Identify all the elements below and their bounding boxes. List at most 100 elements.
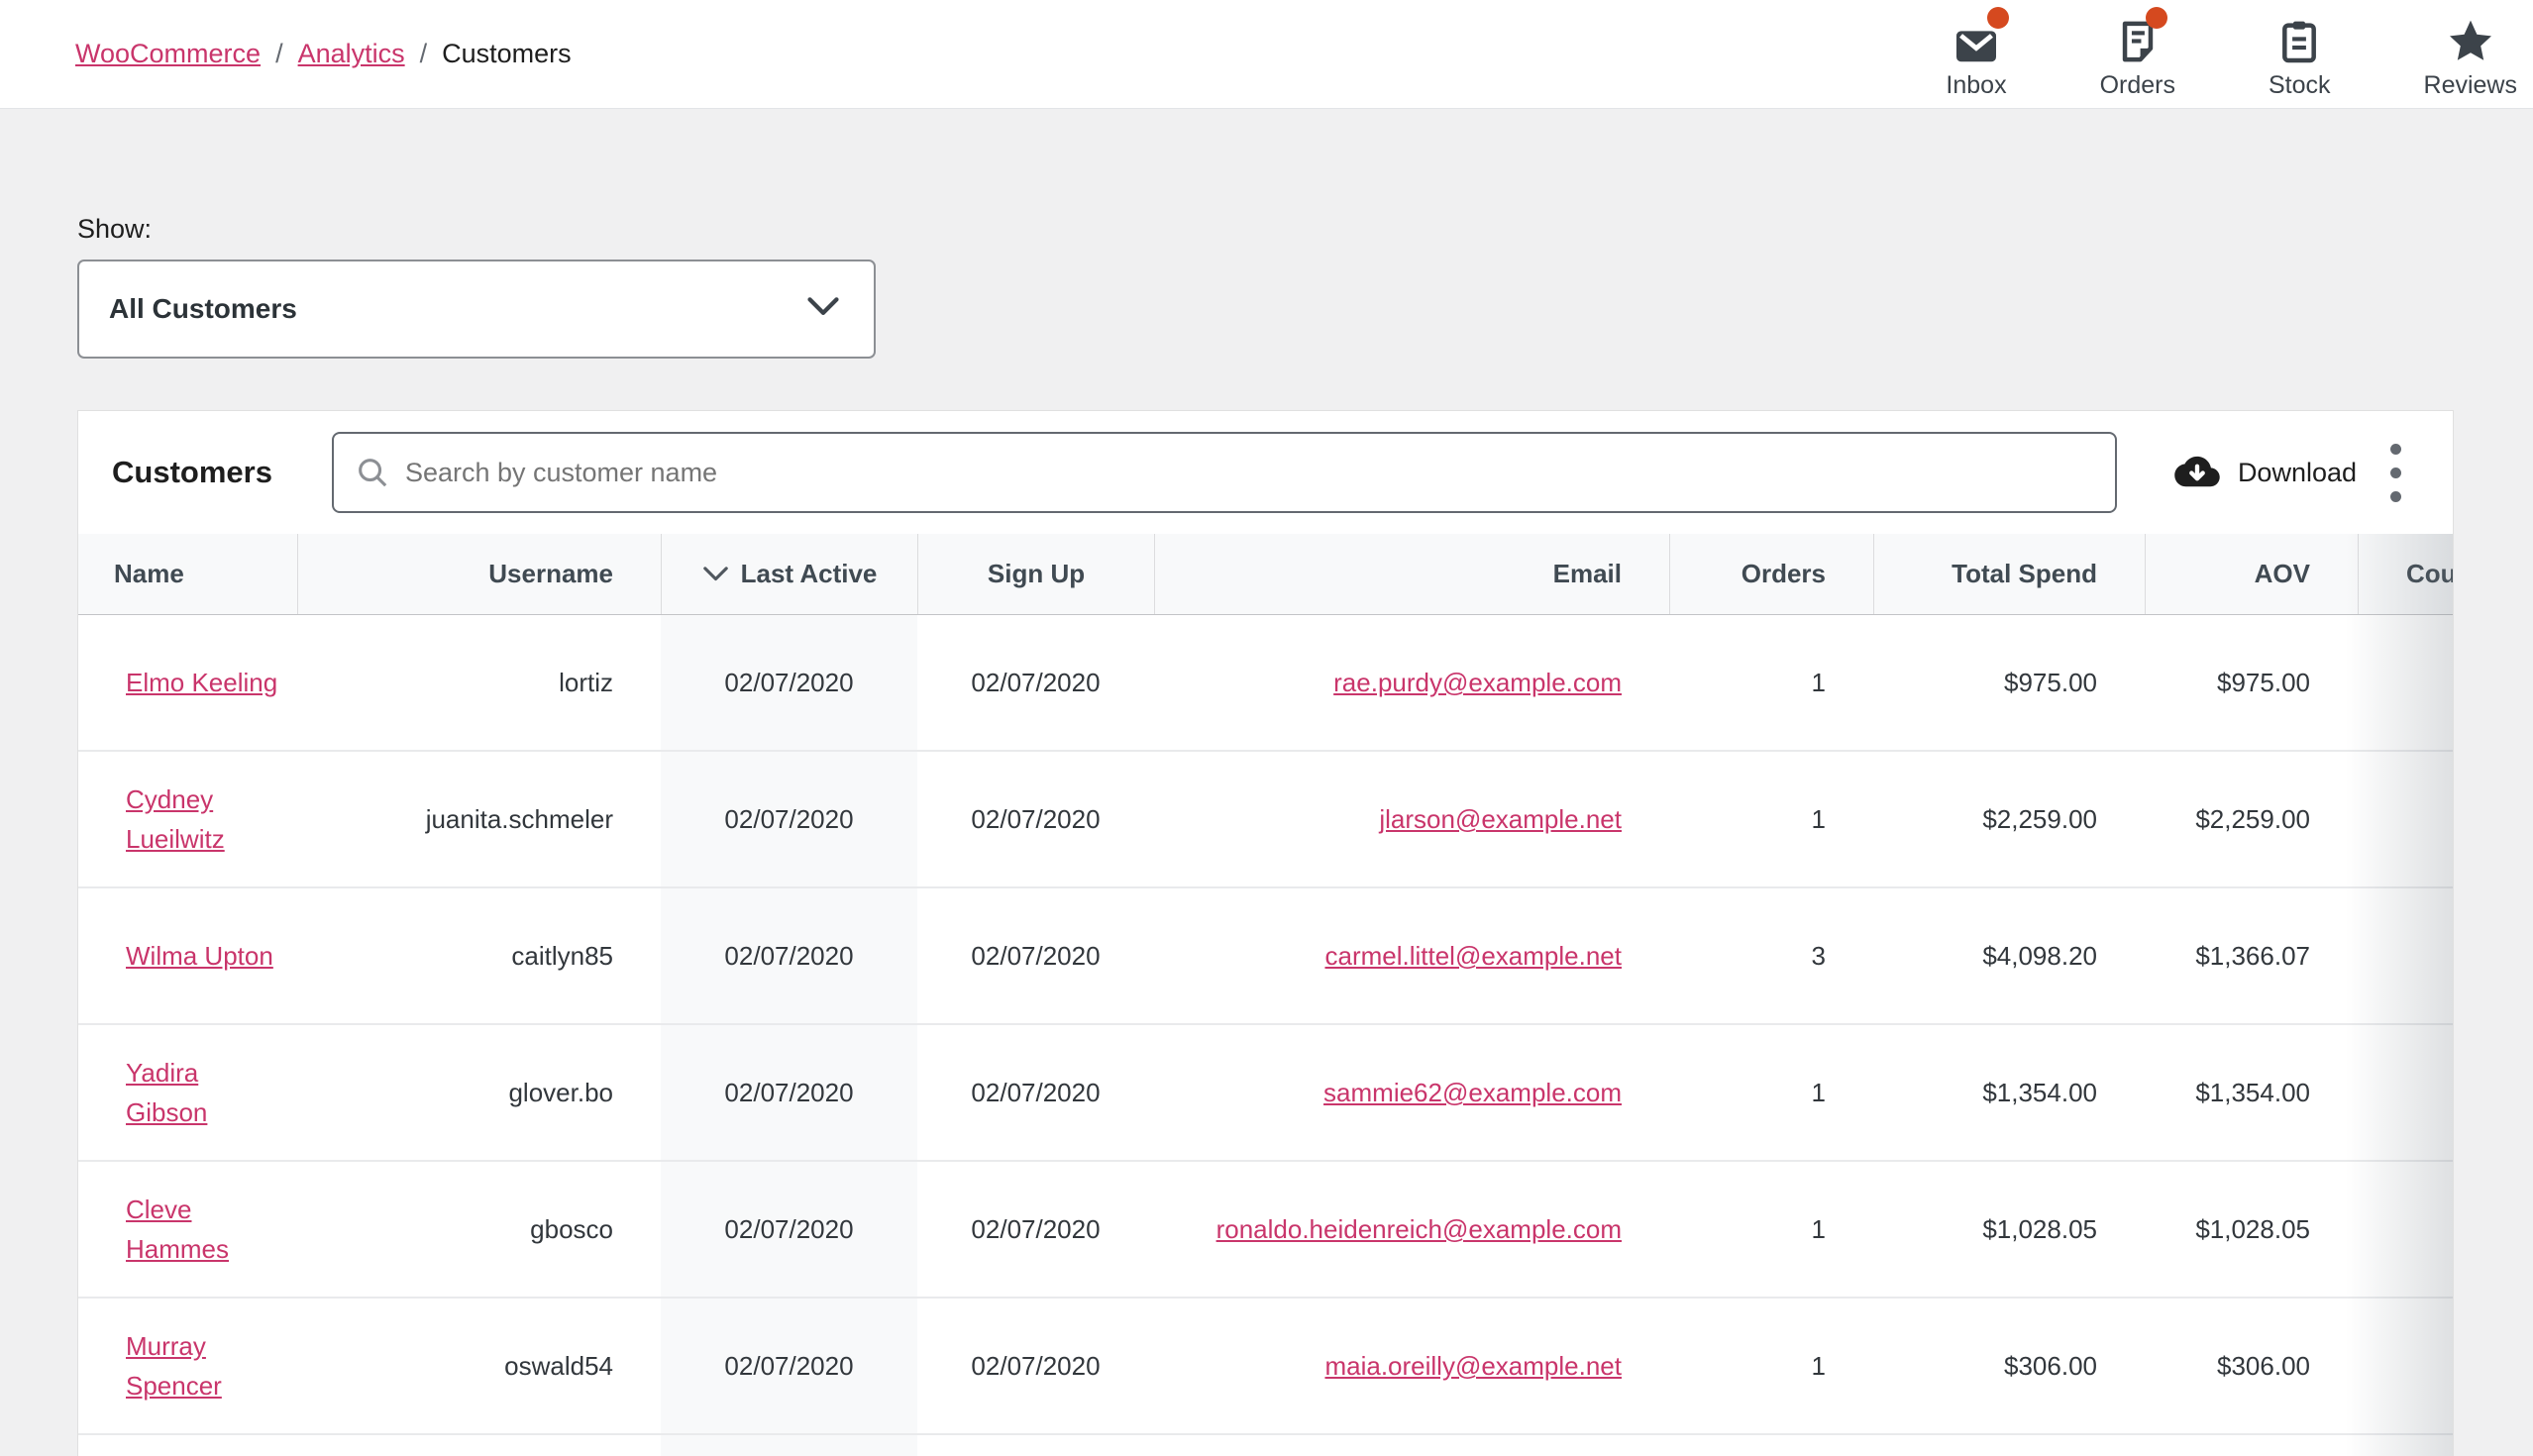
column-header-last-active[interactable]: Last Active xyxy=(661,534,917,614)
breadcrumb-separator: / xyxy=(420,39,428,69)
activity-tab-inbox[interactable]: Inbox xyxy=(1946,15,2006,100)
orders-cell: 1 xyxy=(1669,1299,1873,1433)
cloud-download-icon xyxy=(2174,455,2220,490)
aov-cell: $975.00 xyxy=(2145,615,2358,750)
country-cell xyxy=(2358,752,2454,886)
column-header-total-spend[interactable]: Total Spend xyxy=(1873,534,2145,614)
country-cell xyxy=(2358,1025,2454,1160)
total-spend-cell: $1,354.00 xyxy=(1873,1025,2145,1160)
customer-email-link[interactable]: jlarson@example.net xyxy=(1379,799,1622,839)
activity-tab-reviews[interactable]: Reviews xyxy=(2424,15,2517,100)
column-header-name[interactable]: Name xyxy=(78,534,297,614)
customer-name-link[interactable]: Wilma Upton xyxy=(126,936,273,976)
table-header-row: Name Username Last Active Sign Up Email … xyxy=(78,534,2454,615)
download-button[interactable]: Download xyxy=(2174,455,2357,490)
customer-email-link[interactable]: maia.oreilly@example.net xyxy=(1324,1346,1622,1386)
sign-up-cell: 02/07/2020 xyxy=(917,1299,1154,1433)
sign-up-cell: 02/07/2020 xyxy=(917,615,1154,750)
customer-email-link[interactable]: ronaldo.heidenreich@example.com xyxy=(1216,1209,1622,1249)
activity-tab-label: Reviews xyxy=(2424,71,2517,100)
table-row: Cydney Lueilwitz juanita.schmeler 02/07/… xyxy=(78,752,2454,888)
customer-email-link[interactable]: carmel.littel@example.net xyxy=(1324,936,1622,976)
card-header: Customers Download xyxy=(78,411,2453,534)
aov-cell: $1,354.00 xyxy=(2145,1025,2358,1160)
orders-cell: 1 xyxy=(1669,615,1873,750)
total-spend-cell: $306.00 xyxy=(1873,1299,2145,1433)
aov-cell: $2,259.00 xyxy=(2145,752,2358,886)
inbox-icon xyxy=(1954,15,1998,64)
search-icon xyxy=(356,456,389,489)
breadcrumb-link-analytics[interactable]: Analytics xyxy=(298,39,405,69)
column-header-orders[interactable]: Orders xyxy=(1669,534,1873,614)
column-header-label: Last Active xyxy=(741,559,878,589)
column-header-country[interactable]: Country xyxy=(2358,534,2454,614)
activity-tab-label: Orders xyxy=(2100,71,2175,100)
customer-search-box[interactable] xyxy=(332,432,2117,513)
username-cell: lortiz xyxy=(297,615,661,750)
country-cell xyxy=(2358,615,2454,750)
column-header-username[interactable]: Username xyxy=(297,534,661,614)
column-header-email[interactable]: Email xyxy=(1154,534,1669,614)
customer-name-link[interactable]: Elmo Keeling xyxy=(126,663,277,702)
breadcrumb-link-woocommerce[interactable]: WooCommerce xyxy=(75,39,261,69)
breadcrumb-separator: / xyxy=(275,39,283,69)
customer-name-link[interactable]: Murray Spencer xyxy=(126,1326,279,1406)
total-spend-cell: $1,028.05 xyxy=(1873,1162,2145,1297)
customer-name-link[interactable]: Cleve Hammes xyxy=(126,1190,279,1270)
kebab-dot xyxy=(2390,491,2401,502)
total-spend-cell: $975.00 xyxy=(1873,615,2145,750)
orders-cell: 1 xyxy=(1669,752,1873,886)
country-cell xyxy=(2358,1162,2454,1297)
table-row: Elmo Keeling lortiz 02/07/2020 02/07/202… xyxy=(78,615,2454,752)
customer-email-link[interactable]: rae.purdy@example.com xyxy=(1333,663,1622,702)
search-input[interactable] xyxy=(403,457,2093,489)
username-cell: caitlyn85 xyxy=(297,888,661,1023)
sign-up-cell: 02/07/2020 xyxy=(917,1025,1154,1160)
kebab-dot xyxy=(2390,444,2401,455)
sign-up-cell: 02/07/2020 xyxy=(917,752,1154,886)
download-label: Download xyxy=(2238,458,2357,488)
unread-badge xyxy=(2146,7,2167,29)
kebab-dot xyxy=(2390,468,2401,478)
kebab-menu-button[interactable] xyxy=(2380,434,2411,512)
customer-filter-dropdown[interactable]: All Customers xyxy=(77,260,876,359)
customer-name-link[interactable]: Yadira Gibson xyxy=(126,1053,279,1133)
stock-icon xyxy=(2280,15,2318,64)
last-active-cell: 02/07/2020 xyxy=(661,615,917,750)
username-cell: glover.bo xyxy=(297,1025,661,1160)
sort-descending-icon xyxy=(702,566,729,582)
last-active-cell: 02/07/2020 xyxy=(661,752,917,886)
sign-up-cell: 02/07/2020 xyxy=(917,888,1154,1023)
orders-cell: 1 xyxy=(1669,1025,1873,1160)
activity-tab-stock[interactable]: Stock xyxy=(2269,15,2331,100)
activity-tab-label: Stock xyxy=(2269,71,2331,100)
column-header-aov[interactable]: AOV xyxy=(2145,534,2358,614)
last-active-cell: 02/07/2020 xyxy=(661,1025,917,1160)
column-header-sign-up[interactable]: Sign Up xyxy=(917,534,1154,614)
table-row: Wilma Upton caitlyn85 02/07/2020 02/07/2… xyxy=(78,888,2454,1025)
aov-cell: $1,366.07 xyxy=(2145,888,2358,1023)
reviews-star-icon xyxy=(2447,15,2494,64)
breadcrumb-current-page: Customers xyxy=(442,39,572,69)
table-row: Murray Spencer oswald54 02/07/2020 02/07… xyxy=(78,1299,2454,1435)
username-cell: gbosco xyxy=(297,1162,661,1297)
activity-panel: Inbox Orders Stock Reviews xyxy=(1946,9,2517,100)
country-cell xyxy=(2358,888,2454,1023)
table-row: Cleve Hammes gbosco 02/07/2020 02/07/202… xyxy=(78,1162,2454,1299)
customer-name-link[interactable]: Cydney Lueilwitz xyxy=(126,780,279,860)
aov-cell: $306.00 xyxy=(2145,1299,2358,1433)
table-row-partial xyxy=(78,1435,2454,1456)
customer-email-link[interactable]: sammie62@example.com xyxy=(1323,1073,1622,1112)
orders-cell: 3 xyxy=(1669,888,1873,1023)
customers-card: Customers Download Name Username xyxy=(77,410,2454,1456)
country-cell xyxy=(2358,1299,2454,1433)
sign-up-cell: 02/07/2020 xyxy=(917,1162,1154,1297)
unread-badge xyxy=(1987,7,2009,29)
aov-cell: $1,028.05 xyxy=(2145,1162,2358,1297)
show-filter-label: Show: xyxy=(77,214,152,245)
orders-cell: 1 xyxy=(1669,1162,1873,1297)
total-spend-cell: $4,098.20 xyxy=(1873,888,2145,1023)
activity-tab-orders[interactable]: Orders xyxy=(2100,15,2175,100)
topbar: WooCommerce / Analytics / Customers Inbo… xyxy=(0,0,2533,109)
last-active-cell: 02/07/2020 xyxy=(661,888,917,1023)
